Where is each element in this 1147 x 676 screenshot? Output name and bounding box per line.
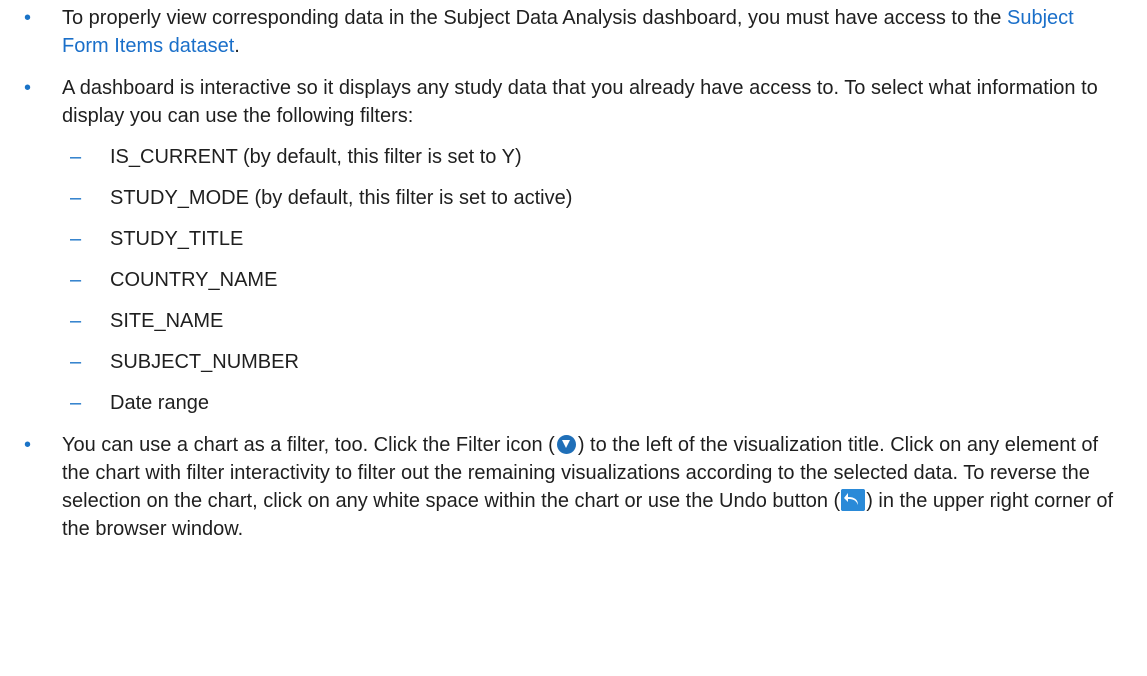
filter-item-label: STUDY_MODE (by default, this filter is s… — [110, 187, 573, 209]
bullet-text-part1: You can use a chart as a filter, too. Cl… — [62, 434, 555, 456]
bullet-chart-as-filter: • You can use a chart as a filter, too. … — [0, 431, 1147, 543]
dash-mark: – — [70, 392, 82, 414]
filter-item-study-mode: – STUDY_MODE (by default, this filter is… — [0, 184, 1147, 212]
filter-icon — [556, 435, 576, 454]
filter-item-label: Date range — [110, 392, 209, 414]
dash-mark: – — [70, 351, 82, 373]
bullet-mark: • — [24, 77, 32, 99]
filter-item-site-name: – SITE_NAME — [0, 307, 1147, 335]
bullet-text-end: . — [234, 35, 240, 57]
document-body: • To properly view corresponding data in… — [0, 0, 1147, 543]
filter-item-date-range: – Date range — [0, 389, 1147, 417]
bullet-mark: • — [24, 434, 32, 456]
dash-mark: – — [70, 146, 82, 168]
undo-icon — [841, 489, 866, 511]
bullet-text: To properly view corresponding data in t… — [62, 7, 1007, 29]
bullet-dashboard-filters: • A dashboard is interactive so it displ… — [0, 74, 1147, 130]
filter-item-subject-number: – SUBJECT_NUMBER — [0, 348, 1147, 376]
dash-mark: – — [70, 269, 82, 291]
bullet-mark: • — [24, 7, 32, 29]
filter-item-label: COUNTRY_NAME — [110, 269, 278, 291]
dash-mark: – — [70, 310, 82, 332]
filter-item-label: SUBJECT_NUMBER — [110, 351, 299, 373]
filter-item-label: IS_CURRENT (by default, this filter is s… — [110, 146, 522, 168]
dash-mark: – — [70, 187, 82, 209]
dash-mark: – — [70, 228, 82, 250]
filter-item-label: SITE_NAME — [110, 310, 224, 332]
filter-item-country-name: – COUNTRY_NAME — [0, 266, 1147, 294]
bullet-access-requirement: • To properly view corresponding data in… — [0, 4, 1147, 60]
bullet-text: A dashboard is interactive so it display… — [62, 77, 1098, 127]
filter-item-is-current: – IS_CURRENT (by default, this filter is… — [0, 143, 1147, 171]
filter-item-label: STUDY_TITLE — [110, 228, 244, 250]
filter-item-study-title: – STUDY_TITLE — [0, 225, 1147, 253]
